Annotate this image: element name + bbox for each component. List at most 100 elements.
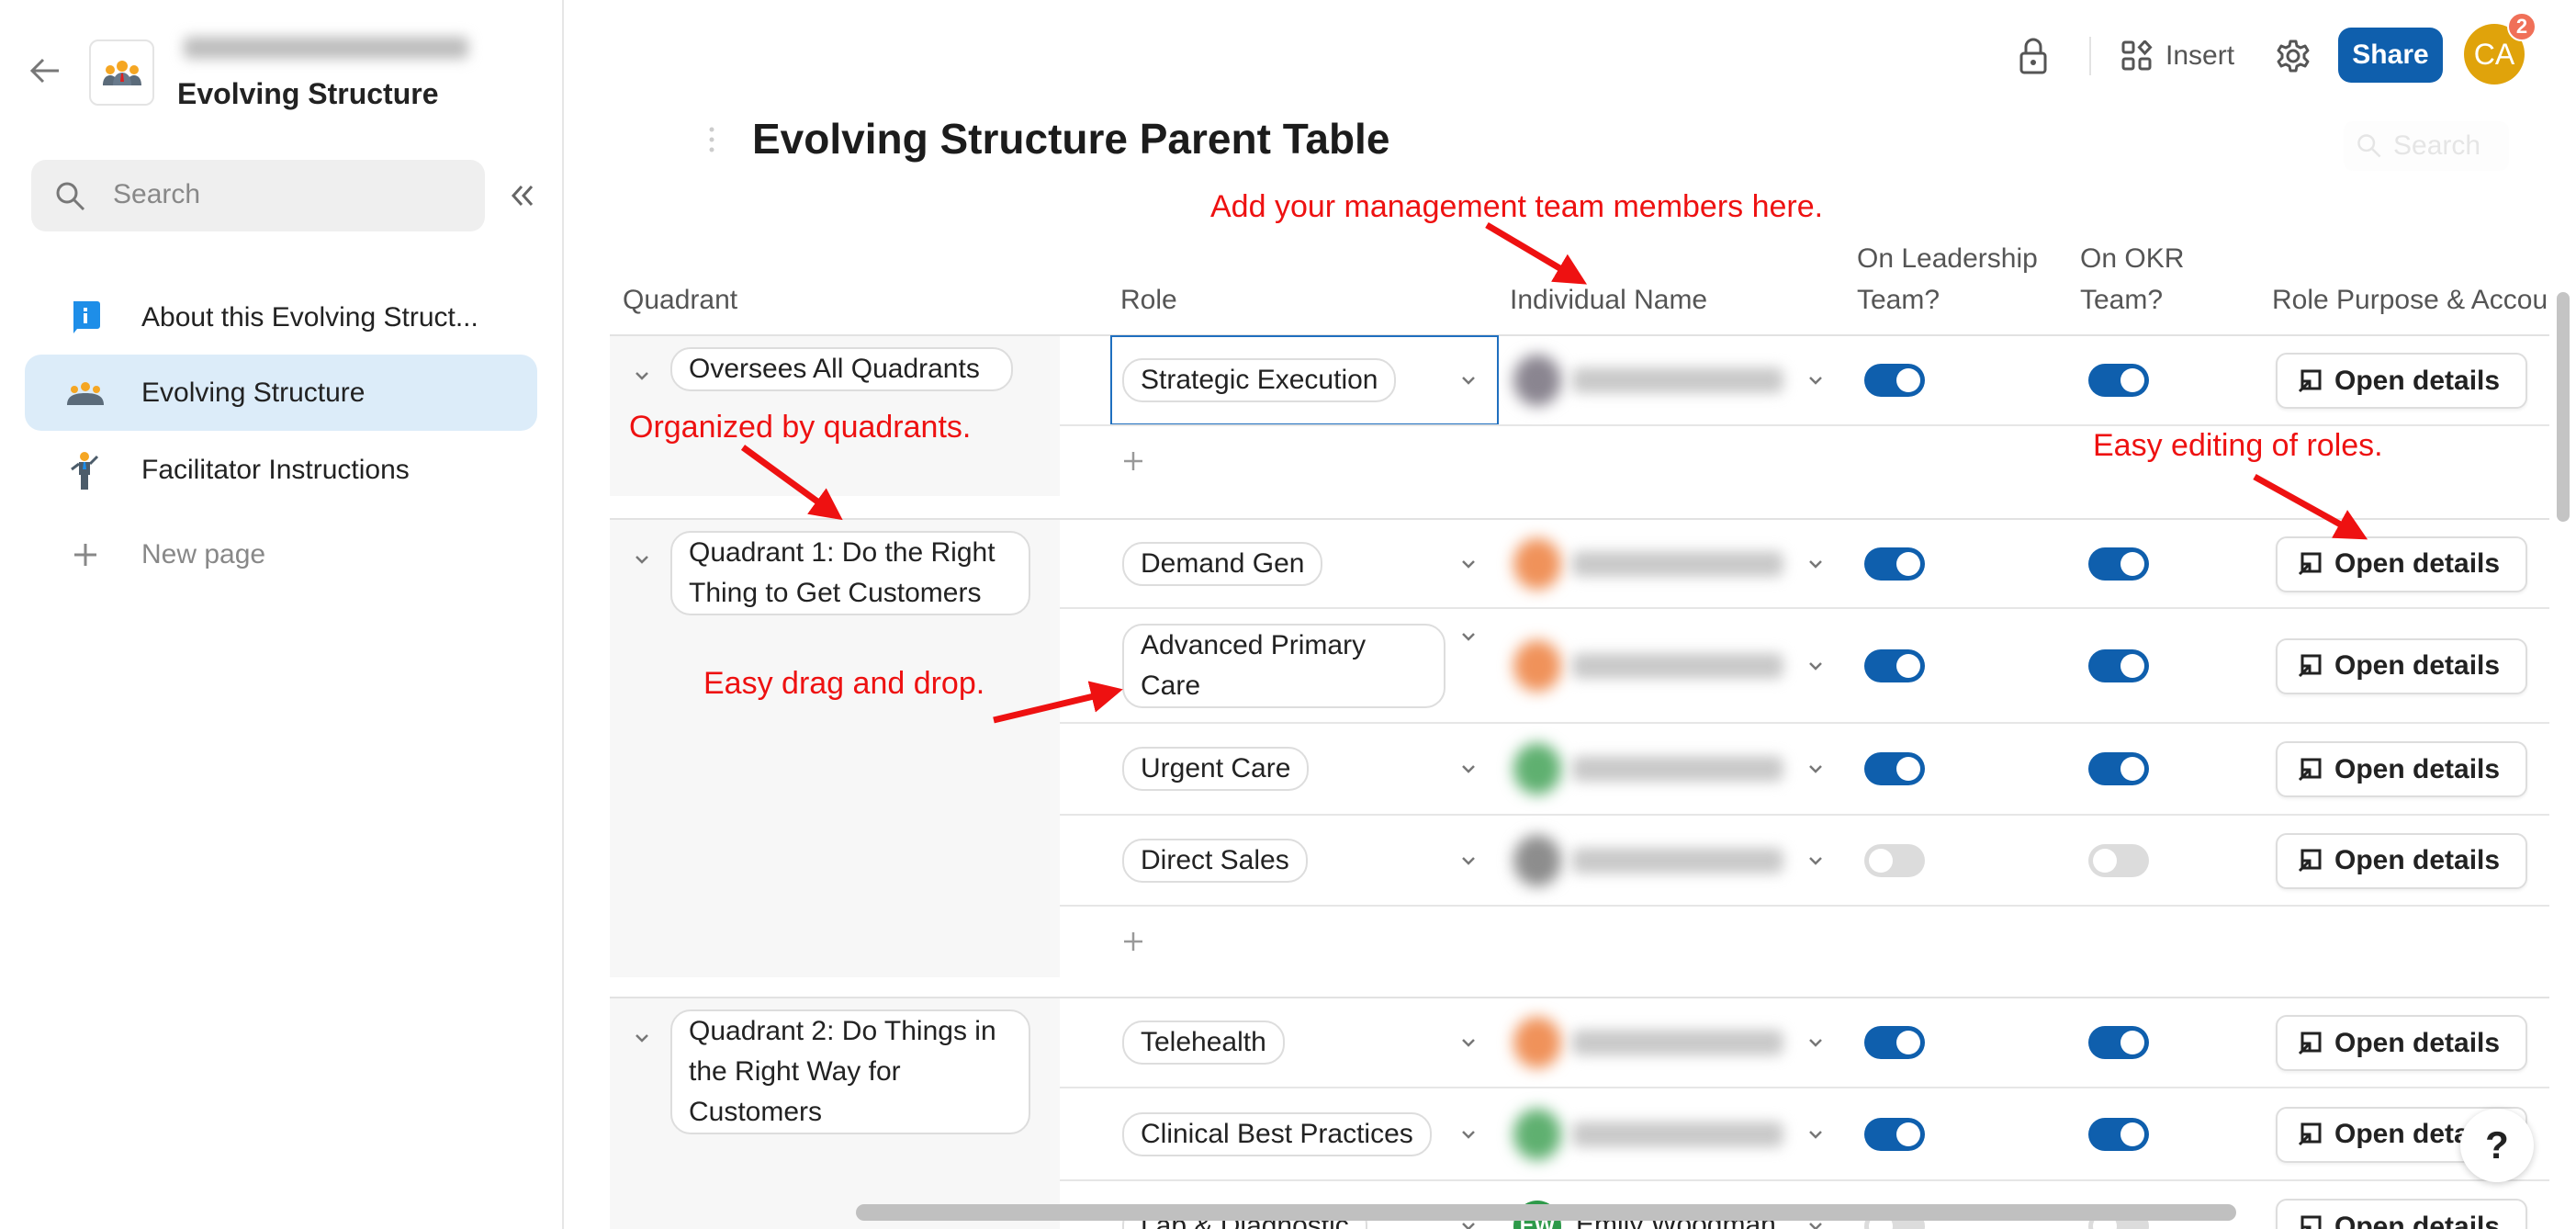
settings-gear-icon[interactable] (2276, 39, 2311, 73)
person-dropdown-chevron-icon[interactable] (1805, 1124, 1826, 1144)
new-page-button[interactable]: New page (25, 516, 537, 592)
team-icon (65, 373, 106, 413)
leadership-toggle-knob (1896, 653, 1920, 678)
okr-toggle[interactable] (2088, 843, 2149, 877)
workspace-name-blurred (184, 37, 468, 59)
role-dropdown-chevron-icon[interactable] (1458, 626, 1479, 647)
role-pill[interactable]: Demand Gen (1122, 541, 1323, 586)
person-dropdown-chevron-icon[interactable] (1805, 759, 1826, 779)
column-header-on-leadership-team[interactable]: On Leadership Team? (1857, 238, 2059, 321)
open-details-icon (2298, 552, 2322, 576)
leadership-toggle[interactable] (1864, 547, 1925, 581)
okr-toggle[interactable] (2088, 648, 2149, 682)
okr-toggle[interactable] (2088, 1026, 2149, 1059)
person-name-blurred[interactable] (1572, 1121, 1783, 1147)
open-details-button[interactable]: Open details (2276, 353, 2527, 409)
okr-toggle-knob (2120, 757, 2144, 781)
okr-toggle[interactable] (2088, 1117, 2149, 1151)
notification-badge: 2 (2507, 12, 2537, 41)
doc-title: Evolving Structure (177, 77, 439, 110)
okr-toggle[interactable] (2088, 547, 2149, 581)
sidebar-search-input[interactable]: Search (31, 160, 485, 231)
leadership-toggle-knob (1896, 1122, 1920, 1146)
open-details-button[interactable]: Open details (2276, 536, 2527, 592)
expand-group-chevron-icon[interactable] (632, 1028, 652, 1048)
insert-button[interactable]: Insert (2121, 37, 2234, 75)
role-pill[interactable]: Direct Sales (1122, 838, 1308, 883)
column-header-on-okr-team[interactable]: On OKR Team? (2080, 238, 2190, 321)
role-dropdown-chevron-icon[interactable] (1458, 759, 1479, 779)
back-arrow-icon[interactable] (29, 57, 61, 85)
open-details-icon (2298, 654, 2322, 678)
open-details-button[interactable]: Open details (2276, 1015, 2527, 1071)
open-details-button[interactable]: Open details (2276, 832, 2527, 889)
column-header-role-purpose[interactable]: Role Purpose & Accou (2272, 279, 2549, 321)
role-pill[interactable]: Urgent Care (1122, 747, 1310, 791)
column-header-quadrant[interactable]: Quadrant (623, 279, 737, 321)
role-dropdown-chevron-icon[interactable] (1458, 1032, 1479, 1053)
drag-handle-icon[interactable] (707, 125, 716, 154)
open-details-button[interactable]: Open details (2276, 637, 2527, 694)
role-dropdown-chevron-icon[interactable] (1458, 1124, 1479, 1144)
vertical-scrollbar[interactable] (2557, 292, 2570, 522)
table-search-input[interactable]: Search (2344, 121, 2509, 171)
open-details-button[interactable]: Open details (2276, 1199, 2527, 1229)
person-dropdown-chevron-icon[interactable] (1805, 851, 1826, 871)
quadrant-pill[interactable]: Quadrant 1: Do the Right Thing to Get Cu… (670, 531, 1030, 615)
role-pill[interactable]: Clinical Best Practices (1122, 1111, 1432, 1156)
person-avatar (1513, 1017, 1561, 1068)
sidebar-item-evolving-structure[interactable]: Evolving Structure (25, 355, 537, 431)
person-name-blurred[interactable] (1572, 652, 1783, 679)
okr-toggle[interactable] (2088, 364, 2149, 397)
person-dropdown-chevron-icon[interactable] (1805, 1032, 1826, 1053)
leadership-toggle[interactable] (1864, 752, 1925, 785)
open-details-icon (2298, 1122, 2322, 1146)
collapse-sidebar-icon[interactable] (510, 184, 535, 208)
search-icon (56, 182, 85, 211)
horizontal-scrollbar[interactable] (856, 1204, 2236, 1221)
person-name-blurred[interactable] (1572, 847, 1783, 874)
okr-toggle-knob (2120, 653, 2144, 678)
leadership-toggle[interactable] (1864, 1026, 1925, 1059)
person-name-blurred[interactable] (1572, 367, 1783, 393)
person-name-blurred[interactable] (1572, 1030, 1783, 1055)
person-dropdown-chevron-icon[interactable] (1805, 370, 1826, 390)
role-pill[interactable]: Advanced Primary Care (1122, 623, 1445, 708)
leadership-toggle[interactable] (1864, 648, 1925, 682)
expand-group-chevron-icon[interactable] (632, 549, 652, 569)
okr-toggle[interactable] (2088, 752, 2149, 785)
okr-toggle-knob (2120, 1122, 2144, 1146)
row-divider (1060, 722, 2549, 724)
add-row-plus-icon[interactable] (1122, 930, 1144, 953)
open-details-icon (2298, 1032, 2322, 1054)
quadrant-pill[interactable]: Quadrant 2: Do Things in the Right Way f… (670, 1009, 1030, 1134)
role-pill[interactable]: Telehealth (1122, 1020, 1285, 1065)
person-dropdown-chevron-icon[interactable] (1805, 656, 1826, 676)
expand-group-chevron-icon[interactable] (632, 366, 652, 386)
lock-icon[interactable] (2019, 37, 2048, 75)
add-row-plus-icon[interactable] (1122, 450, 1144, 472)
person-name-blurred[interactable] (1572, 756, 1783, 782)
person-name-blurred[interactable] (1572, 550, 1783, 577)
annotation-text: Add your management team members here. (1210, 189, 1824, 224)
leadership-toggle[interactable] (1864, 843, 1925, 877)
person-dropdown-chevron-icon[interactable] (1805, 554, 1826, 574)
row-divider (1060, 424, 2549, 426)
okr-toggle-knob (2093, 848, 2117, 873)
open-details-button[interactable]: Open details (2276, 741, 2527, 797)
leadership-toggle[interactable] (1864, 1117, 1925, 1151)
row-divider (1060, 1087, 2549, 1088)
leadership-toggle[interactable] (1864, 364, 1925, 397)
sidebar-item-facilitator-instructions[interactable]: Facilitator Instructions (25, 432, 537, 508)
quadrant-pill[interactable]: Oversees All Quadrants (670, 347, 1013, 391)
role-dropdown-chevron-icon[interactable] (1458, 851, 1479, 871)
share-button[interactable]: Share (2338, 28, 2443, 83)
search-placeholder: Search (113, 179, 201, 209)
column-header-role[interactable]: Role (1120, 279, 1177, 321)
column-header-individual-name[interactable]: Individual Name (1510, 279, 1707, 321)
doc-logo[interactable] (89, 39, 154, 106)
help-button[interactable]: ? (2460, 1109, 2534, 1182)
arrow-to-individual-name (1485, 221, 1588, 285)
sidebar-item-about[interactable]: About this Evolving Struct... (25, 279, 537, 355)
role-dropdown-chevron-icon[interactable] (1458, 554, 1479, 574)
